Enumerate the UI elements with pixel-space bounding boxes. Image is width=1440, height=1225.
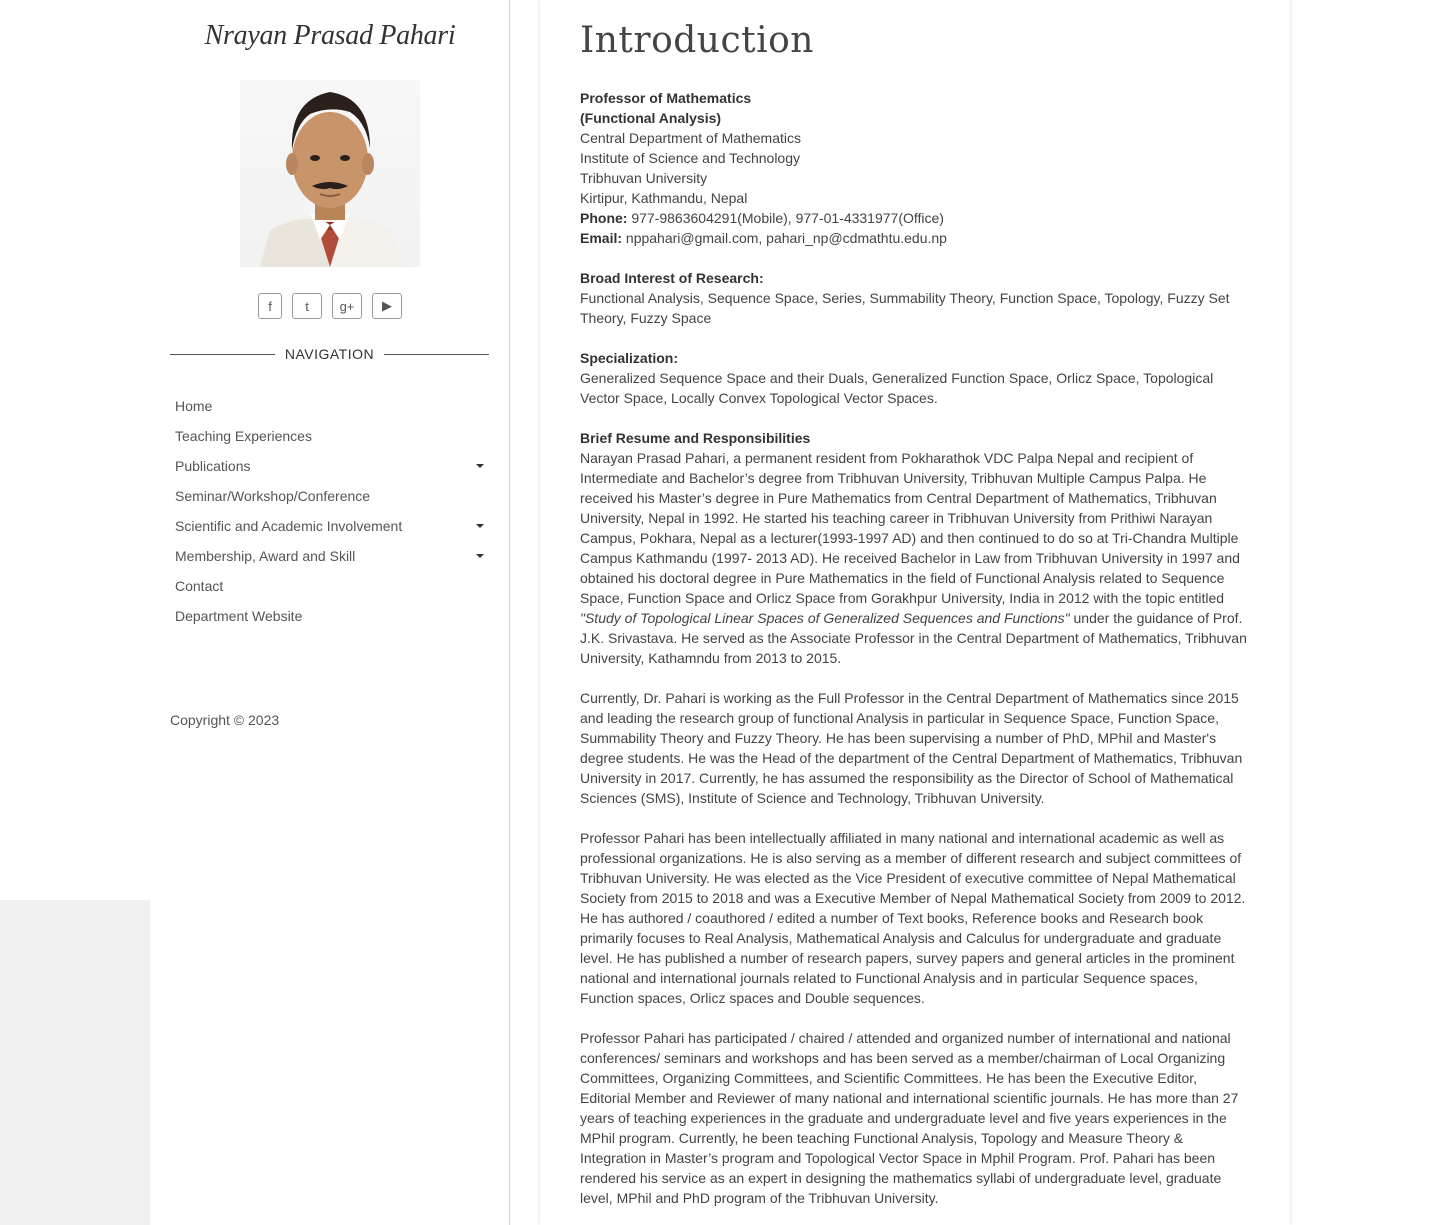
main-content: Introduction Professor of Mathematics (F… [540,0,1290,1225]
address-line: Tribhuvan University [580,170,708,186]
profile-photo [240,80,420,267]
caret-down-icon[interactable] [476,524,484,528]
address-line: Kirtipur, Kathmandu, Nepal [580,190,748,206]
resume-paragraph: Professor Pahari has participated / chai… [580,1030,1239,1206]
sidebar: Nrayan Prasad Pahari f t g+ ▶ NAVIGATION… [150,0,510,1225]
address-line: Central Department of Mathematics [580,130,801,146]
nav-item-home[interactable]: Home [170,391,489,421]
page-background-gutter [510,0,540,1225]
divider [384,353,489,355]
nav-item-teaching-experiences[interactable]: Teaching Experiences [170,421,489,451]
nav-heading: NAVIGATION [170,346,489,362]
youtube-icon[interactable]: ▶ [372,293,402,319]
nav-item-department-website[interactable]: Department Website [170,601,489,631]
social-links: f t g+ ▶ [150,293,510,319]
research-heading: Broad Interest of Research: [580,270,764,286]
page-title: Introduction [580,20,814,61]
email-value[interactable]: nppahari@gmail.com, pahari_np@cdmathtu.e… [622,230,947,246]
caret-down-icon[interactable] [476,464,484,468]
research-text: Functional Analysis, Sequence Space, Ser… [580,290,1230,326]
page-background [0,0,150,900]
nav-item-membership-award-skill[interactable]: Membership, Award and Skill [170,541,489,571]
resume-paragraph: Narayan Prasad Pahari, a permanent resid… [580,450,1247,666]
copyright: Copyright © 2023 [170,712,280,728]
twitter-icon[interactable]: t [292,293,322,319]
caret-down-icon[interactable] [476,554,484,558]
resume-heading: Brief Resume and Responsibilities [580,430,811,446]
phone-value: 977-9863604291(Mobile), 977-01-4331977(O… [627,210,944,226]
divider [170,353,275,355]
nav-menu: Home Teaching Experiences Publications S… [170,391,489,631]
resume-paragraph: Currently, Dr. Pahari is working as the … [580,690,1243,806]
intro-body: Professor of Mathematics (Functional Ana… [580,88,1248,1208]
facebook-icon[interactable]: f [258,293,282,319]
specialization-text: Generalized Sequence Space and their Dua… [580,370,1214,406]
google-plus-icon[interactable]: g+ [332,293,362,319]
email-label: Email: [580,230,623,246]
phone-label: Phone: [580,210,628,226]
email-line: Email: nppahari@gmail.com, pahari_np@cdm… [580,228,1248,248]
specialization-heading: Specialization: [580,350,679,366]
page-background-right [1290,0,1440,1225]
resume-paragraph: Professor Pahari has been intellectually… [580,830,1246,1006]
nav-item-contact[interactable]: Contact [170,571,489,601]
nav-item-seminar-workshop-conference[interactable]: Seminar/Workshop/Conference [170,481,489,511]
position-title: Professor of Mathematics [580,90,752,106]
thesis-title: "Study of Topological Linear Spaces of G… [580,610,1070,626]
nav-heading-label: NAVIGATION [284,346,375,362]
phone-line: Phone: 977-9863604291(Mobile), 977-01-43… [580,208,1248,228]
position-field: (Functional Analysis) [580,110,722,126]
nav-item-publications[interactable]: Publications [170,451,489,481]
site-title[interactable]: Nrayan Prasad Pahari [150,20,510,52]
nav-item-scientific-academic-involvement[interactable]: Scientific and Academic Involvement [170,511,489,541]
address-line: Institute of Science and Technology [580,150,801,166]
